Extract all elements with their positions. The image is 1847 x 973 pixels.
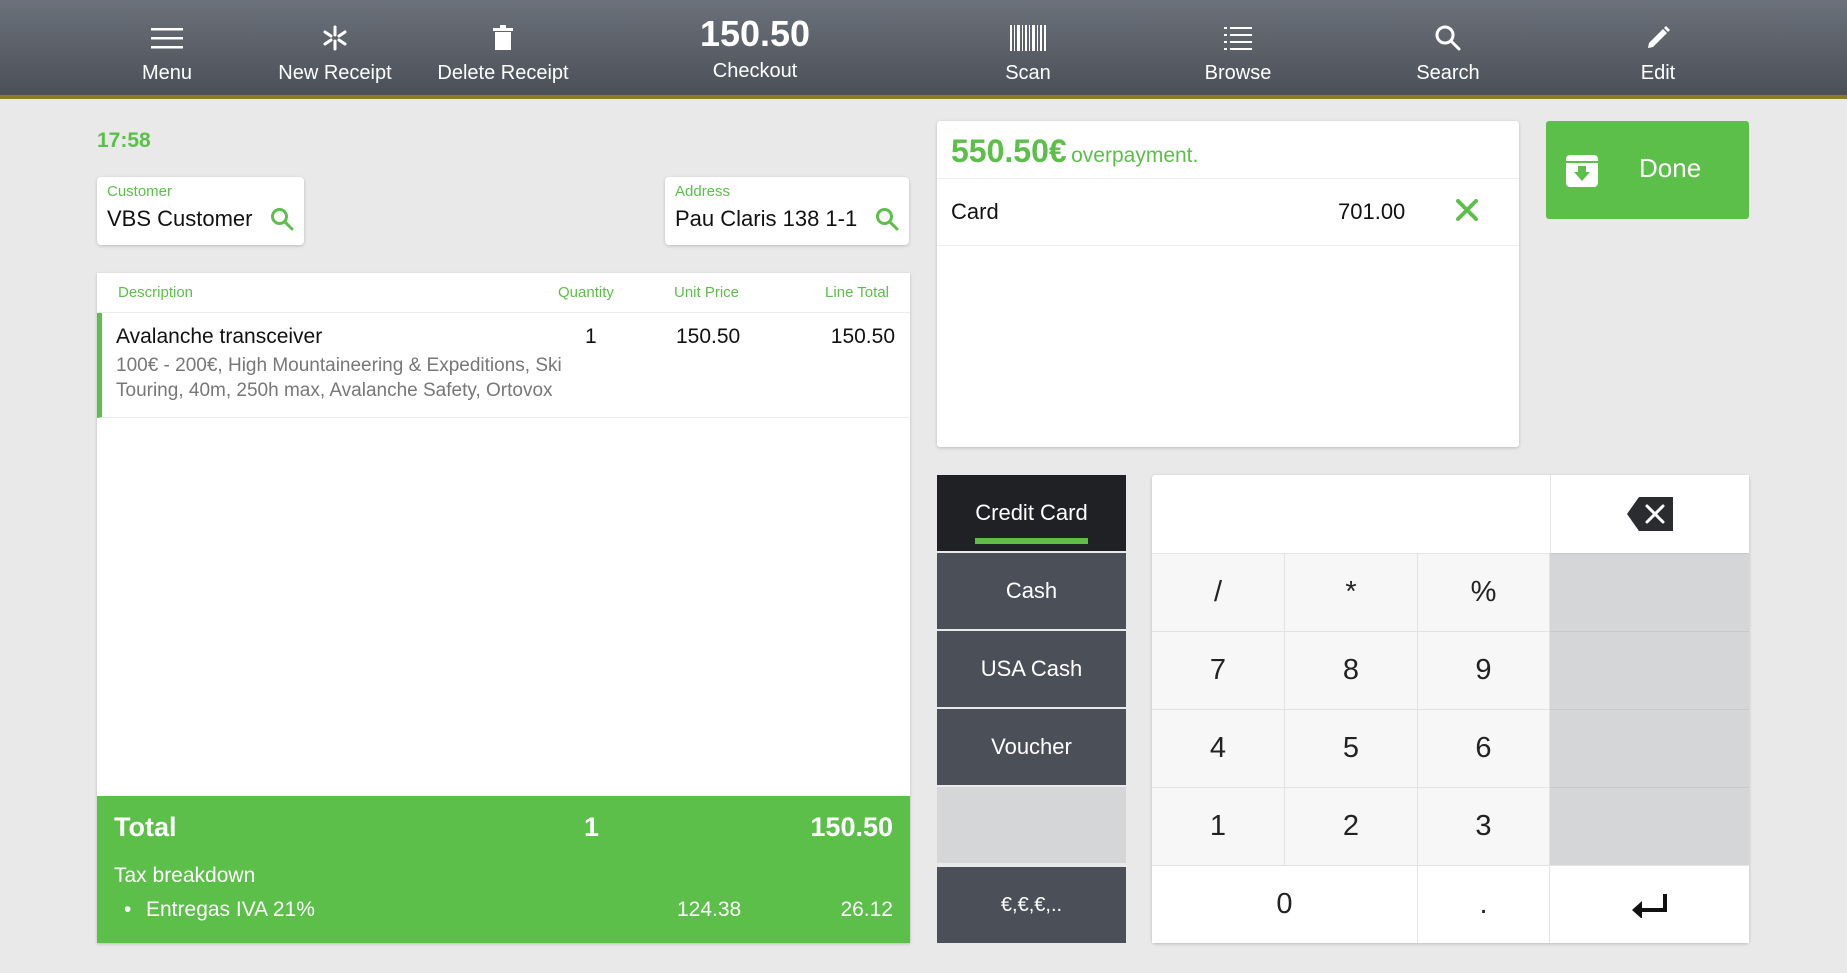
search-button[interactable]: Search: [1363, 0, 1533, 95]
key-9[interactable]: 9: [1418, 631, 1550, 709]
customer-value: VBS Customer: [107, 206, 253, 231]
checkout-label: Checkout: [712, 60, 798, 82]
key-decimal[interactable]: .: [1418, 865, 1550, 943]
key-2[interactable]: 2: [1285, 787, 1418, 865]
key-percent[interactable]: %: [1418, 553, 1550, 631]
receipt-line-item[interactable]: Avalanche transceiver 100€ - 200€, High …: [97, 313, 910, 418]
checkout-button[interactable]: 150.50 Checkout: [670, 0, 840, 95]
method-more-currencies[interactable]: €,€,€,..: [937, 867, 1126, 943]
browse-button[interactable]: Browse: [1153, 0, 1323, 95]
method-cash[interactable]: Cash: [937, 553, 1126, 629]
tax-line-name: Entregas IVA 21%: [146, 898, 315, 921]
edit-label: Edit: [1640, 62, 1676, 84]
item-details: 100€ - 200€, High Mountaineering & Exped…: [116, 355, 562, 401]
key-4[interactable]: 4: [1152, 709, 1285, 787]
method-usa-cash[interactable]: USA Cash: [937, 631, 1126, 707]
remove-payment-icon[interactable]: [1455, 198, 1479, 227]
tax-breakdown-label: Tax breakdown: [114, 864, 256, 887]
checkout-amount: 150.50: [699, 13, 811, 54]
trash-icon: [492, 20, 514, 56]
col-quantity: Quantity: [558, 284, 614, 301]
total-quantity: 1: [584, 812, 600, 842]
hamburger-icon: [151, 20, 183, 56]
receipt-header: Description Quantity Unit Price Line Tot…: [97, 273, 910, 313]
edit-button[interactable]: Edit: [1573, 0, 1743, 95]
payment-line[interactable]: Card 701.00: [937, 178, 1519, 246]
archive-download-icon: [1566, 155, 1598, 192]
menu-label: Menu: [141, 62, 193, 84]
key-slash[interactable]: /: [1152, 553, 1285, 631]
overpayment-text: overpayment.: [1071, 144, 1199, 167]
key-3[interactable]: 3: [1418, 787, 1550, 865]
enter-button[interactable]: [1550, 865, 1749, 943]
scan-button[interactable]: Scan: [943, 0, 1113, 95]
address-value: Pau Claris 138 1-1: [675, 206, 858, 231]
top-toolbar: Menu New Receipt Delete Receipt 150.50 C…: [0, 0, 1847, 99]
new-receipt-button[interactable]: New Receipt: [250, 0, 420, 95]
address-label: Address: [675, 183, 731, 200]
done-button[interactable]: Done: [1546, 121, 1749, 219]
item-quantity: 1: [585, 325, 597, 348]
method-credit-card[interactable]: Credit Card: [937, 475, 1126, 551]
item-name: Avalanche transceiver: [116, 325, 323, 348]
customer-search-icon[interactable]: [270, 207, 294, 236]
new-receipt-label: New Receipt: [278, 62, 392, 84]
key-6[interactable]: 6: [1418, 709, 1550, 787]
method-empty-slot: [937, 787, 1126, 863]
key-0[interactable]: 0: [1152, 865, 1418, 943]
address-search-icon[interactable]: [875, 207, 899, 236]
search-label: Search: [1416, 62, 1480, 84]
total-section: Total 1 150.50 Tax breakdown • Entregas …: [97, 796, 910, 943]
numeric-keypad: / * % 7 8 9 4 5 6 1 2 3 0 .: [1152, 475, 1749, 943]
tax-line-tax: 26.12: [840, 898, 893, 921]
key-5[interactable]: 5: [1285, 709, 1418, 787]
method-voucher[interactable]: Voucher: [937, 709, 1126, 785]
key-7[interactable]: 7: [1152, 631, 1285, 709]
tax-line-base: 124.38: [677, 898, 742, 921]
col-unit-price: Unit Price: [674, 284, 740, 301]
total-amount: 150.50: [810, 812, 893, 842]
key-blank-1: [1550, 553, 1749, 631]
delete-receipt-label: Delete Receipt: [437, 62, 569, 84]
payment-amount: 701.00: [1338, 199, 1406, 224]
key-blank-3: [1550, 709, 1749, 787]
customer-label: Customer: [107, 183, 173, 200]
col-description: Description: [118, 284, 194, 301]
key-blank-4: [1550, 787, 1749, 865]
customer-field[interactable]: Customer VBS Customer: [97, 177, 304, 245]
scan-label: Scan: [1005, 62, 1051, 84]
list-icon: [1224, 20, 1252, 56]
address-field[interactable]: Address Pau Claris 138 1-1: [665, 177, 909, 245]
clock-time: 17:58: [97, 129, 151, 152]
browse-label: Browse: [1204, 62, 1272, 84]
key-1[interactable]: 1: [1152, 787, 1285, 865]
pencil-icon: [1645, 20, 1671, 56]
asterisk-icon: [322, 20, 348, 56]
backspace-icon: [1627, 497, 1673, 531]
keypad-display: [1152, 475, 1550, 553]
col-line-total: Line Total: [825, 284, 889, 301]
key-asterisk[interactable]: *: [1285, 553, 1418, 631]
enter-icon: [1631, 893, 1667, 918]
overpayment-amount: 550.50€: [951, 133, 1067, 169]
item-unit-price: 150.50: [676, 325, 741, 348]
delete-receipt-button[interactable]: Delete Receipt: [418, 0, 588, 95]
key-blank-2: [1550, 631, 1749, 709]
item-line-total: 150.50: [830, 325, 895, 348]
search-icon: [1435, 20, 1461, 56]
total-label: Total: [114, 812, 177, 842]
key-8[interactable]: 8: [1285, 631, 1418, 709]
backspace-button[interactable]: [1550, 475, 1749, 553]
overpayment-status: 550.50€ overpayment.: [951, 133, 1198, 170]
barcode-icon: [1010, 20, 1046, 56]
menu-button[interactable]: Menu: [82, 0, 252, 95]
tax-line-bullet: •: [124, 898, 132, 921]
payment-panel: 550.50€ overpayment. Card 701.00: [937, 121, 1519, 447]
payment-method: Card: [951, 199, 999, 224]
done-label: Done: [1639, 153, 1702, 183]
